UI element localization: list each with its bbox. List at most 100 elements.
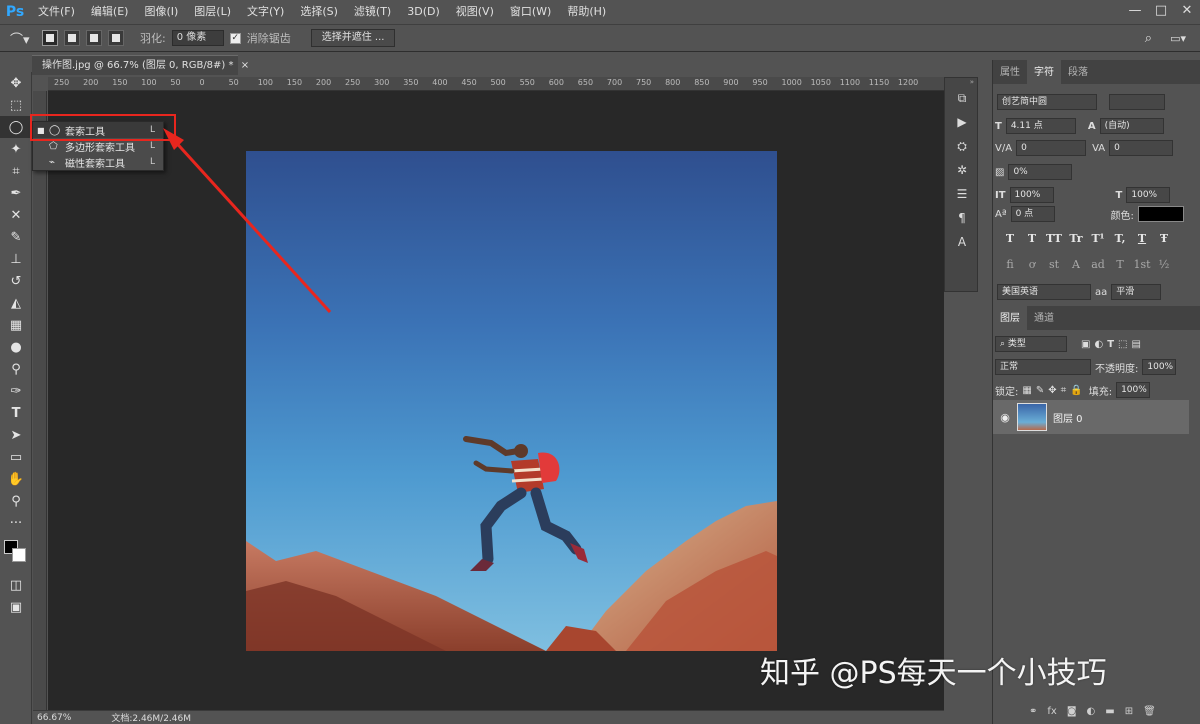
document-tab[interactable]: 操作图.jpg @ 66.7% (图层 0, RGB/8#) * ×: [32, 55, 249, 75]
history-brush-icon[interactable]: ↺: [0, 270, 32, 292]
marquee-tool-icon[interactable]: ⬚: [0, 94, 32, 116]
hand-tool-icon[interactable]: ✋: [0, 468, 32, 490]
select-and-mask-button[interactable]: 选择并遮住 ...: [310, 29, 396, 47]
zoom-level[interactable]: 66.67%: [37, 713, 71, 723]
brush-panel-icon[interactable]: ✲: [945, 158, 979, 182]
lock-artboard-icon[interactable]: ⌗: [1061, 385, 1067, 396]
canvas-area[interactable]: [48, 91, 944, 710]
intersect-selection-button[interactable]: [108, 30, 124, 46]
filter-adjustment-icon[interactable]: ◐: [1094, 339, 1103, 350]
menu-item[interactable]: 3D(D): [399, 0, 448, 24]
new-group-icon[interactable]: ▬: [1105, 706, 1114, 717]
more-tools-icon[interactable]: ···: [0, 512, 32, 534]
minimize-button[interactable]: —: [1122, 0, 1148, 24]
gradient-tool-icon[interactable]: ▦: [0, 314, 32, 336]
lock-all-icon[interactable]: 🔒: [1070, 385, 1082, 396]
underline-button[interactable]: T: [1131, 232, 1153, 245]
new-selection-button[interactable]: [42, 30, 58, 46]
pen-tool-icon[interactable]: ✑: [0, 380, 32, 402]
lasso-preset-icon[interactable]: ⌒▾: [10, 29, 36, 48]
swash-button[interactable]: A: [1065, 258, 1087, 271]
screen-mode-icon[interactable]: ▣: [0, 596, 32, 618]
dodge-tool-icon[interactable]: ⚲: [0, 358, 32, 380]
strikethrough-button[interactable]: Ŧ: [1153, 232, 1175, 245]
layer-name[interactable]: 图层 0: [1053, 410, 1083, 425]
filter-shape-icon[interactable]: ⬚: [1118, 339, 1127, 350]
menu-item[interactable]: 窗口(W): [502, 0, 559, 24]
filter-pixel-icon[interactable]: ▣: [1081, 339, 1090, 350]
titling-alternates-button[interactable]: T: [1109, 258, 1131, 271]
eraser-tool-icon[interactable]: ◭: [0, 292, 32, 314]
menu-item[interactable]: 视图(V): [448, 0, 502, 24]
tab-channels[interactable]: 通道: [1027, 306, 1061, 330]
document-info[interactable]: 文档:2.46M/2.46M: [111, 711, 191, 724]
layer-filter-select[interactable]: ⌕ 类型: [995, 336, 1067, 352]
antialias-checkbox[interactable]: ✓: [229, 32, 241, 44]
menu-item[interactable]: 帮助(H): [559, 0, 614, 24]
lock-position-icon[interactable]: ✥: [1048, 385, 1056, 396]
old-style-button[interactable]: ơ: [1021, 258, 1043, 271]
faux-bold-button[interactable]: T: [999, 232, 1021, 245]
menu-item[interactable]: 滤镜(T): [346, 0, 399, 24]
blur-tool-icon[interactable]: ●: [0, 336, 32, 358]
stamp-tool-icon[interactable]: ⊥: [0, 248, 32, 270]
opacity-field[interactable]: 100%: [1142, 359, 1177, 375]
color-swatches[interactable]: [0, 534, 31, 574]
antialias-select[interactable]: 平滑: [1111, 284, 1162, 300]
superscript-button[interactable]: T¹: [1087, 232, 1109, 245]
tab-character[interactable]: 字符: [1027, 60, 1061, 84]
fill-field[interactable]: 100%: [1116, 382, 1151, 398]
feather-input[interactable]: 0 像素: [171, 30, 224, 46]
search-icon[interactable]: ⌕: [1145, 31, 1152, 46]
tsume-field[interactable]: 0%: [1008, 164, 1073, 180]
font-size-field[interactable]: 4.11 点: [1005, 118, 1076, 134]
menu-item[interactable]: 文字(Y): [239, 0, 292, 24]
clone-source-icon[interactable]: ⛭: [945, 134, 979, 158]
delete-layer-icon[interactable]: 🗑: [1143, 706, 1156, 717]
background-color-swatch[interactable]: [12, 548, 26, 562]
horizontal-scale-field[interactable]: 100%: [1126, 187, 1171, 203]
close-tab-icon[interactable]: ×: [241, 60, 249, 71]
text-color-swatch[interactable]: [1137, 206, 1184, 222]
fractions-button[interactable]: ½: [1153, 258, 1175, 271]
tab-layers[interactable]: 图层: [993, 306, 1027, 330]
lasso-tool-icon[interactable]: ◯: [0, 116, 32, 138]
filter-type-icon[interactable]: T: [1107, 339, 1114, 350]
history-panel-icon[interactable]: ⧉: [945, 86, 979, 110]
paragraph-styles-icon[interactable]: ¶: [945, 206, 979, 230]
tab-properties[interactable]: 属性: [993, 60, 1027, 84]
menu-item[interactable]: 选择(S): [292, 0, 346, 24]
add-selection-button[interactable]: [64, 30, 80, 46]
faux-italic-button[interactable]: T: [1021, 232, 1043, 245]
close-button[interactable]: ✕: [1174, 0, 1200, 24]
magic-wand-tool-icon[interactable]: ✦: [0, 138, 32, 160]
healing-tool-icon[interactable]: ✕: [0, 204, 32, 226]
filter-smart-icon[interactable]: ▤: [1131, 339, 1140, 350]
move-tool-icon[interactable]: ✥: [0, 72, 32, 94]
visibility-eye-icon[interactable]: ◉: [993, 411, 1017, 424]
zoom-tool-icon[interactable]: ⚲: [0, 490, 32, 512]
adjustments-icon[interactable]: ☰: [945, 182, 979, 206]
menu-item[interactable]: 文件(F): [30, 0, 83, 24]
subscript-button[interactable]: T,: [1109, 232, 1131, 245]
fx-icon[interactable]: fx: [1047, 706, 1056, 717]
new-adjustment-icon[interactable]: ◐: [1087, 706, 1096, 717]
tab-paragraph[interactable]: 段落: [1061, 60, 1095, 84]
discretionary-ligature-button[interactable]: st: [1043, 258, 1065, 271]
link-layers-icon[interactable]: ⚭: [1029, 706, 1037, 717]
character-styles-icon[interactable]: A: [945, 230, 979, 254]
font-style-select[interactable]: [1109, 94, 1165, 110]
lock-pixels-icon[interactable]: ✎: [1036, 385, 1044, 396]
leading-field[interactable]: (自动): [1099, 118, 1164, 134]
lock-transparent-icon[interactable]: ▦: [1022, 385, 1031, 396]
flyout-item-magnetic-lasso[interactable]: ⌁ 磁性套索工具 L: [33, 154, 163, 170]
brush-tool-icon[interactable]: ✎: [0, 226, 32, 248]
subtract-selection-button[interactable]: [86, 30, 102, 46]
all-caps-button[interactable]: TT: [1043, 232, 1065, 245]
language-select[interactable]: 美国英语: [997, 284, 1091, 300]
small-caps-button[interactable]: Tr: [1065, 232, 1087, 245]
font-family-select[interactable]: 创艺简中圆: [997, 94, 1097, 110]
kerning-field[interactable]: 0: [1016, 140, 1087, 156]
shape-tool-icon[interactable]: ▭: [0, 446, 32, 468]
menu-item[interactable]: 图层(L): [186, 0, 239, 24]
